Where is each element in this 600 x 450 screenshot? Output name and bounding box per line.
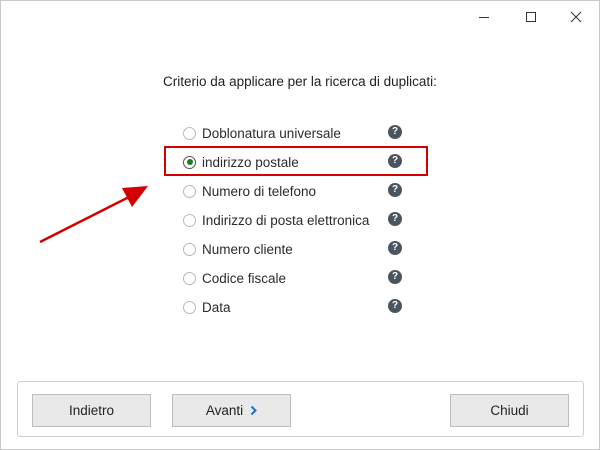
- option-label: indirizzo postale: [202, 154, 299, 170]
- option-data[interactable]: Data ?: [183, 297, 413, 317]
- radio-button[interactable]: [183, 213, 196, 227]
- option-label: Doblonatura universale: [202, 125, 341, 141]
- radio-button[interactable]: [183, 242, 196, 256]
- radio-button[interactable]: [183, 184, 196, 198]
- option-label: Numero cliente: [202, 241, 293, 257]
- next-button-label: Avanti: [205, 403, 244, 418]
- option-indirizzo-posta-elettronica[interactable]: Indirizzo di posta elettronica ?: [183, 210, 413, 230]
- next-button[interactable]: Avanti: [172, 394, 291, 427]
- maximize-icon: [526, 12, 536, 22]
- help-icon[interactable]: ?: [388, 125, 402, 139]
- close-button-label: Chiudi: [490, 403, 529, 418]
- option-label: Codice fiscale: [202, 270, 287, 286]
- help-icon[interactable]: ?: [388, 183, 402, 197]
- minimize-button[interactable]: [461, 1, 507, 33]
- option-indirizzo-postale[interactable]: indirizzo postale ?: [183, 152, 413, 172]
- option-numero-di-telefono[interactable]: Numero di telefono ?: [183, 181, 413, 201]
- radio-button[interactable]: [183, 271, 196, 285]
- back-button-label: Indietro: [68, 403, 115, 418]
- option-label: Indirizzo di posta elettronica: [202, 212, 370, 228]
- radio-button[interactable]: [183, 300, 196, 314]
- help-icon[interactable]: ?: [388, 241, 402, 255]
- option-numero-cliente[interactable]: Numero cliente ?: [183, 239, 413, 259]
- help-icon[interactable]: ?: [388, 270, 402, 284]
- option-label: Numero di telefono: [202, 183, 317, 199]
- close-window-button[interactable]: [553, 1, 599, 33]
- maximize-button[interactable]: [508, 1, 554, 33]
- help-icon[interactable]: ?: [388, 212, 402, 226]
- option-label: Data: [202, 299, 231, 315]
- help-icon[interactable]: ?: [388, 299, 402, 313]
- chevron-right-icon: [250, 405, 258, 416]
- close-icon: [570, 11, 582, 23]
- minimize-icon: [479, 17, 489, 18]
- back-button[interactable]: Indietro: [32, 394, 151, 427]
- criteria-prompt: Criterio da applicare per la ricerca di …: [163, 74, 437, 89]
- help-icon[interactable]: ?: [388, 154, 402, 168]
- radio-button[interactable]: [183, 126, 196, 140]
- close-button[interactable]: Chiudi: [450, 394, 569, 427]
- option-codice-fiscale[interactable]: Codice fiscale ?: [183, 268, 413, 288]
- dialog-window: Criterio da applicare per la ricerca di …: [0, 0, 600, 450]
- option-doblonatura-universale[interactable]: Doblonatura universale ?: [183, 123, 413, 143]
- radio-button-selected[interactable]: [183, 155, 196, 169]
- title-bar: [1, 1, 599, 33]
